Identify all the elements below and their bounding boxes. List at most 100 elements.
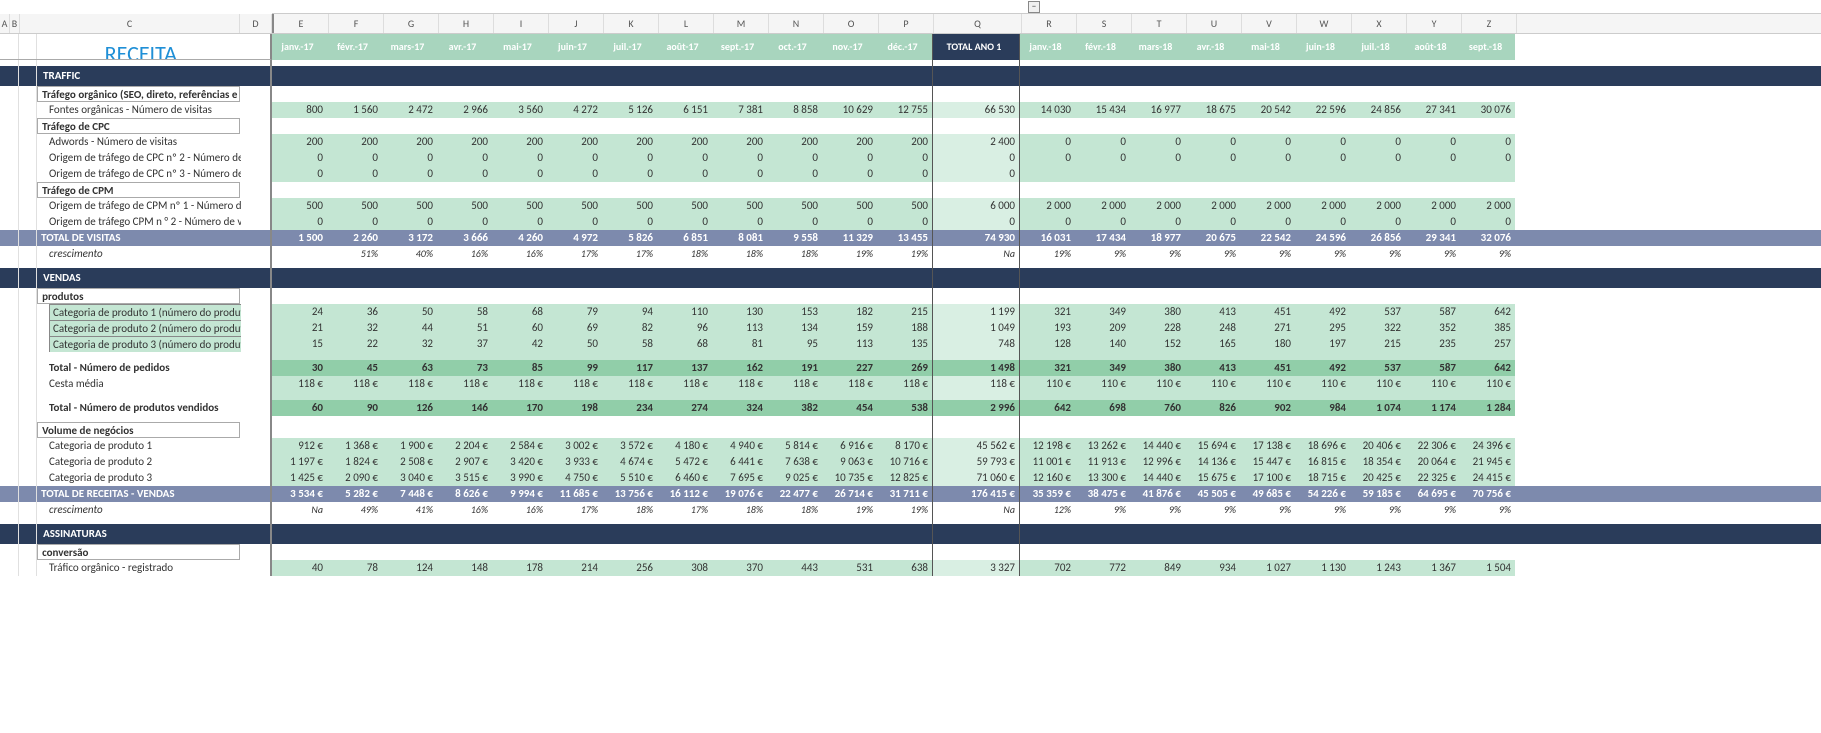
data-cell[interactable]: 269 (877, 360, 932, 376)
data-cell[interactable]: 3 534 € (272, 486, 327, 502)
data-cell[interactable]: 2 907 € (437, 454, 492, 470)
data-cell[interactable]: 3 990 € (492, 470, 547, 486)
data-cell[interactable]: 2 000 (1405, 198, 1460, 214)
data-cell[interactable]: 2 584 € (492, 438, 547, 454)
data-cell[interactable]: 198 (547, 400, 602, 416)
data-cell[interactable]: 0 (1020, 214, 1075, 230)
data-cell[interactable]: 2 000 (1350, 198, 1405, 214)
data-cell[interactable]: 162 (712, 360, 767, 376)
data-cell[interactable]: 110 € (1075, 376, 1130, 392)
data-cell[interactable]: 49 685 € (1240, 486, 1295, 502)
data-cell[interactable]: 587 (1405, 304, 1460, 320)
data-cell[interactable]: 12 996 € (1130, 454, 1185, 470)
data-cell[interactable]: 2 204 € (437, 438, 492, 454)
data-cell[interactable]: Na (272, 502, 327, 518)
data-cell[interactable]: 0 (822, 150, 877, 166)
data-cell[interactable]: 702 (1020, 560, 1075, 576)
data-cell[interactable]: 45 (327, 360, 382, 376)
data-cell[interactable] (1350, 166, 1405, 182)
data-cell[interactable]: 227 (822, 360, 877, 376)
data-cell[interactable]: 321 (1020, 360, 1075, 376)
data-cell[interactable]: 4 180 € (657, 438, 712, 454)
data-cell[interactable]: 0 (1350, 214, 1405, 230)
data-cell[interactable]: 984 (1295, 400, 1350, 416)
data-cell[interactable]: 0 (1295, 214, 1350, 230)
data-cell[interactable]: 9 025 € (767, 470, 822, 486)
data-cell[interactable]: 200 (327, 134, 382, 150)
data-cell[interactable]: 134 (767, 320, 822, 336)
data-cell[interactable]: 0 (1075, 214, 1130, 230)
data-cell[interactable]: 500 (327, 198, 382, 214)
data-cell[interactable]: 4 940 € (712, 438, 767, 454)
data-cell[interactable]: 9% (1130, 246, 1185, 262)
data-cell[interactable]: 0 (437, 214, 492, 230)
data-cell[interactable]: 73 (437, 360, 492, 376)
data-cell[interactable]: 0 (767, 214, 822, 230)
data-cell[interactable]: 14 030 (1020, 102, 1075, 118)
data-cell[interactable]: 113 (822, 336, 877, 352)
data-cell[interactable]: 9% (1185, 246, 1240, 262)
data-cell[interactable]: 36 (327, 304, 382, 320)
data-cell[interactable]: 1 197 € (272, 454, 327, 470)
data-cell[interactable]: 59 185 € (1350, 486, 1405, 502)
total-cell[interactable]: 0 (932, 214, 1020, 230)
data-cell[interactable]: 44 (382, 320, 437, 336)
data-cell[interactable]: 21 (272, 320, 327, 336)
data-cell[interactable]: 257 (1460, 336, 1515, 352)
data-cell[interactable]: 50 (382, 304, 437, 320)
data-cell[interactable]: 5 814 € (767, 438, 822, 454)
data-cell[interactable]: 3 572 € (602, 438, 657, 454)
data-cell[interactable]: 5 126 (602, 102, 657, 118)
data-cell[interactable]: 5 510 € (602, 470, 657, 486)
data-cell[interactable]: 200 (272, 134, 327, 150)
data-cell[interactable]: 9% (1240, 246, 1295, 262)
data-cell[interactable]: 200 (657, 134, 712, 150)
data-cell[interactable]: 14 440 € (1130, 470, 1185, 486)
data-cell[interactable]: 0 (1350, 150, 1405, 166)
data-cell[interactable]: 118 € (877, 376, 932, 392)
data-cell[interactable]: 1 027 (1240, 560, 1295, 576)
data-cell[interactable]: 800 (272, 102, 327, 118)
data-cell[interactable]: 9% (1460, 246, 1515, 262)
data-cell[interactable]: 165 (1185, 336, 1240, 352)
data-cell[interactable]: 17% (657, 502, 712, 518)
data-cell[interactable]: 188 (877, 320, 932, 336)
data-cell[interactable]: 642 (1460, 304, 1515, 320)
total-cell[interactable]: 0 (932, 150, 1020, 166)
data-cell[interactable]: 15 (272, 336, 327, 352)
data-cell[interactable]: 24 396 € (1460, 438, 1515, 454)
data-cell[interactable]: 19% (877, 246, 932, 262)
data-cell[interactable]: 42 (492, 336, 547, 352)
data-cell[interactable]: 0 (657, 150, 712, 166)
data-cell[interactable]: 4 260 (492, 230, 547, 246)
data-cell[interactable]: 24 (272, 304, 327, 320)
data-cell[interactable]: 0 (1295, 134, 1350, 150)
data-cell[interactable]: 18 675 (1185, 102, 1240, 118)
data-cell[interactable]: 95 (767, 336, 822, 352)
data-cell[interactable]: 0 (327, 214, 382, 230)
data-cell[interactable]: 200 (382, 134, 437, 150)
data-cell[interactable] (1130, 166, 1185, 182)
data-cell[interactable]: 29 341 (1405, 230, 1460, 246)
data-cell[interactable]: 30 (272, 360, 327, 376)
data-cell[interactable]: 200 (602, 134, 657, 150)
total-cell[interactable]: 1 049 (932, 320, 1020, 336)
data-cell[interactable] (1020, 166, 1075, 182)
data-cell[interactable]: 0 (1405, 134, 1460, 150)
data-cell[interactable]: 20 675 (1185, 230, 1240, 246)
data-cell[interactable]: 35 359 € (1020, 486, 1075, 502)
data-cell[interactable]: 13 455 (877, 230, 932, 246)
data-cell[interactable]: 90 (327, 400, 382, 416)
data-cell[interactable]: 2 000 (1185, 198, 1240, 214)
data-cell[interactable]: 45 505 € (1185, 486, 1240, 502)
data-cell[interactable]: 13 756 € (602, 486, 657, 502)
data-cell[interactable]: 0 (1350, 134, 1405, 150)
data-cell[interactable]: 153 (767, 304, 822, 320)
data-cell[interactable]: 1 367 (1405, 560, 1460, 576)
data-cell[interactable]: 60 (492, 320, 547, 336)
data-cell[interactable]: 0 (382, 214, 437, 230)
data-cell[interactable]: 500 (822, 198, 877, 214)
data-cell[interactable]: 18% (657, 246, 712, 262)
data-cell[interactable]: 1 174 (1405, 400, 1460, 416)
data-cell[interactable]: 200 (822, 134, 877, 150)
